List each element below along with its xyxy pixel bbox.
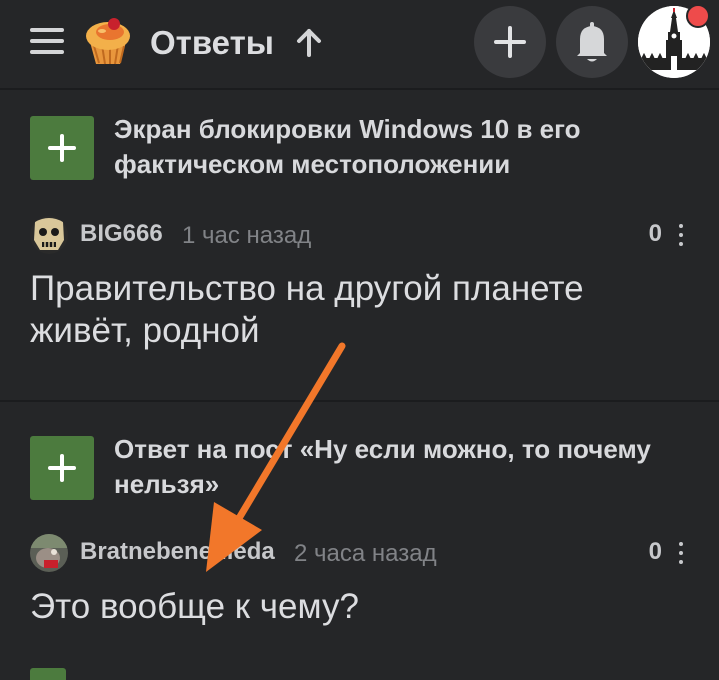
expand-post-button[interactable] [30,436,94,500]
comment-rating: 0 [648,538,662,565]
author-name[interactable]: Bratnebenehleda [80,538,275,566]
page-title: Ответы [150,24,274,61]
author-avatar[interactable] [30,216,68,254]
notifications-button[interactable] [556,6,628,78]
author-name[interactable]: BIG666 [80,220,163,248]
app-screen: Ответы Экран блокировки Windows 10 в его… [0,0,719,680]
cupcake-logo-icon[interactable] [80,14,136,70]
author-avatar[interactable] [30,534,68,572]
comment-time: 1 час назад [182,222,312,249]
expand-post-button[interactable] [30,116,94,180]
comment-meta: BIG666 1 час назад 0 [30,214,690,254]
comment-rating: 0 [648,220,662,247]
comment-card: Экран блокировки Windows 10 в его фактич… [0,90,719,400]
expand-post-button[interactable] [30,668,66,680]
comment-text: Это вообще к чему? [30,587,359,626]
comment-meta: Bratnebenehleda 2 часа назад 0 [30,532,690,572]
more-options-icon[interactable] [678,224,684,246]
arrow-up-icon[interactable] [294,28,324,58]
post-title-link[interactable]: Ответ на пост «Ну если можно, то почему … [114,432,674,502]
hamburger-menu-icon[interactable] [30,28,64,54]
add-post-button[interactable] [474,6,546,78]
bell-icon [577,22,607,62]
plus-icon [494,26,526,58]
post-title-link[interactable]: Экран блокировки Windows 10 в его фактич… [114,112,674,182]
notification-badge [686,4,710,28]
comment-time: 2 часа назад [294,540,437,567]
skull-avatar-icon [30,216,68,254]
comment-text: Правительство на другой планете живёт, р… [30,269,584,350]
top-bar: Ответы [0,0,719,88]
comment-card: Ответ на пост «Ну если можно, то почему … [0,402,719,680]
photo-avatar-icon [30,534,68,572]
more-options-icon[interactable] [678,542,684,564]
